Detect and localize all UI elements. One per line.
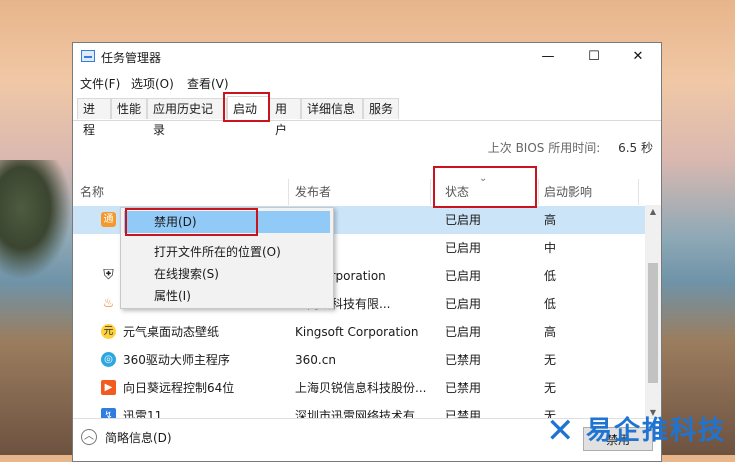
bios-time-label: 上次 BIOS 所用时间:	[487, 141, 601, 155]
bios-time-value: 6.5 秒	[618, 141, 653, 155]
orange-app-icon: 通	[101, 212, 116, 227]
table-row[interactable]: ◎ 360驱动大师主程序 360.cn 已禁用 无	[73, 346, 646, 374]
row-impact: 低	[544, 297, 557, 311]
row-impact: 无	[544, 381, 557, 395]
column-name[interactable]: 名称	[80, 179, 104, 205]
column-impact[interactable]: 启动影响	[544, 179, 592, 205]
row-status: 已启用	[445, 241, 482, 255]
table-row[interactable]: ▶ 向日葵远程控制64位 上海贝锐信息科技股份... 已禁用 无	[73, 374, 646, 402]
chevron-up-icon[interactable]: ︿	[81, 429, 97, 445]
row-status: 已启用	[445, 297, 482, 311]
startup-tab-highlight	[223, 92, 270, 122]
maximize-button[interactable]: ☐	[571, 43, 617, 71]
background-palm	[0, 160, 72, 280]
tab-performance[interactable]: 性能	[111, 98, 147, 119]
row-publisher: 360.cn	[295, 353, 336, 367]
column-divider[interactable]	[538, 179, 539, 205]
row-impact: 中	[544, 241, 557, 255]
column-divider[interactable]	[430, 179, 431, 205]
row-name: 元气桌面动态壁纸	[123, 325, 220, 339]
table-row[interactable]: 元 元气桌面动态壁纸 Kingsoft Corporation 已启用 高	[73, 318, 646, 346]
task-manager-icon	[81, 50, 95, 62]
menu-view[interactable]: 查看(V)	[187, 75, 229, 92]
row-name: 向日葵远程控制64位	[123, 381, 235, 395]
window-title: 任务管理器	[101, 51, 162, 65]
watermark-logo-icon: ✕	[546, 411, 575, 451]
row-impact: 高	[544, 213, 557, 227]
tab-app-history[interactable]: 应用历史记录	[147, 98, 227, 137]
watermark-text: 易企推科技	[586, 416, 727, 446]
tab-details[interactable]: 详细信息	[301, 98, 363, 119]
bios-time: 上次 BIOS 所用时间: 6.5 秒	[488, 139, 653, 156]
row-publisher: Kingsoft Corporation	[295, 325, 419, 339]
vertical-scrollbar[interactable]: ▲ ▼	[645, 205, 661, 420]
flame-icon: ♨	[102, 296, 115, 311]
scroll-up-icon[interactable]: ▲	[645, 205, 661, 219]
360-icon: ◎	[101, 352, 116, 367]
title-bar[interactable]: 任务管理器 — ☐ ✕	[73, 43, 661, 71]
tab-users[interactable]: 用户	[269, 98, 301, 137]
column-divider[interactable]	[288, 179, 289, 205]
menu-bar: 文件(F) 选项(O) 查看(V)	[73, 73, 661, 93]
row-name: 360驱动大师主程序	[123, 353, 230, 367]
column-divider[interactable]	[638, 179, 639, 205]
column-publisher[interactable]: 发布者	[295, 179, 331, 205]
watermark: ✕ 易企推科技	[540, 412, 735, 452]
row-status: 已禁用	[445, 353, 482, 367]
row-impact: 高	[544, 325, 557, 339]
row-impact: 无	[544, 353, 557, 367]
scroll-thumb[interactable]	[648, 263, 658, 383]
sunflower-icon: ▶	[101, 380, 116, 395]
tab-services[interactable]: 服务	[363, 98, 399, 119]
context-menu-open-location[interactable]: 打开文件所在的位置(O)	[124, 241, 330, 263]
row-status: 已启用	[445, 269, 482, 283]
tab-strip: 进程 性能 应用历史记录 启动 用户 详细信息 服务	[73, 96, 661, 137]
close-button[interactable]: ✕	[615, 43, 661, 71]
context-menu-properties[interactable]: 属性(I)	[124, 285, 330, 307]
yuanqi-icon: 元	[101, 324, 116, 339]
row-status: 已启用	[445, 325, 482, 339]
shield-icon: ⛨	[103, 267, 114, 283]
less-details-link[interactable]: 简略信息(D)	[105, 429, 172, 446]
minimize-button[interactable]: —	[525, 43, 571, 71]
context-menu-search-online[interactable]: 在线搜索(S)	[124, 263, 330, 285]
status-column-highlight	[433, 166, 537, 208]
row-status: 已启用	[445, 213, 482, 227]
row-publisher: 上海贝锐信息科技股份...	[295, 381, 427, 395]
row-impact: 低	[544, 269, 557, 283]
menu-options[interactable]: 选项(O)	[131, 75, 174, 92]
tab-processes[interactable]: 进程	[77, 98, 111, 137]
row-status: 已禁用	[445, 381, 482, 395]
menu-file[interactable]: 文件(F)	[80, 75, 120, 92]
disable-item-highlight	[125, 208, 258, 236]
